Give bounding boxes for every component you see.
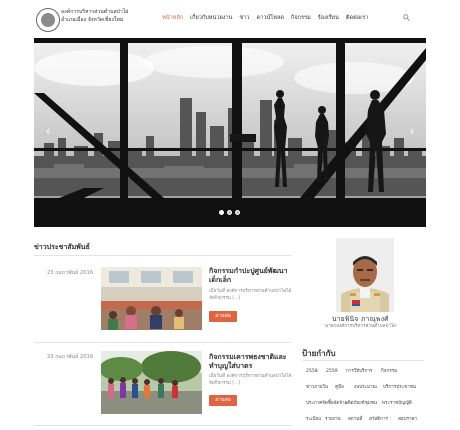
- slider-dot[interactable]: [219, 210, 224, 215]
- tag-link[interactable]: ระเบียบ: [306, 415, 321, 425]
- profile-role: นายกองค์การบริหารส่วนตำบลป่าไผ่: [325, 324, 396, 329]
- post-thumbnail[interactable]: [101, 267, 202, 330]
- tag-link[interactable]: 2558: [306, 367, 318, 377]
- tag-link[interactable]: สอบราคา: [398, 415, 417, 425]
- nav-item[interactable]: ข่าว: [239, 14, 249, 24]
- tag-link[interactable]: ข่าวภายใน: [306, 383, 328, 393]
- hero-slider[interactable]: ‹ ›: [34, 38, 426, 227]
- slider-next-button[interactable]: ›: [406, 124, 418, 138]
- tag-link[interactable]: ประกาศจัดซื้อจัดจ้าง: [306, 399, 347, 409]
- site-name-line2: อำเภอเมือง จังหวัดเชียงใหม่: [61, 16, 124, 23]
- nav-item[interactable]: ติดต่อเรา: [346, 14, 368, 24]
- slider-prev-button[interactable]: ‹: [42, 124, 54, 138]
- divider: [34, 425, 292, 426]
- slider-dot[interactable]: [235, 210, 240, 215]
- post-date: 23 กุมภาพันธ์ 2016: [47, 270, 94, 276]
- tag-link[interactable]: สถานที่: [348, 415, 362, 425]
- profile-photo: [336, 238, 394, 312]
- tag-link[interactable]: การให้บริการ: [346, 367, 372, 377]
- seal-emblem: [41, 13, 55, 27]
- read-more-button[interactable]: อ่านต่อ: [209, 311, 237, 322]
- nav-item[interactable]: หน้าหลัก: [162, 14, 183, 24]
- post-excerpt: เมื่อวันที่ องค์การบริหารส่วนตำบลป่าไผ่ไ…: [209, 289, 292, 301]
- nav-item[interactable]: ดาวน์โหลด: [257, 14, 285, 24]
- tag-link[interactable]: 2559: [326, 367, 338, 377]
- tag-link[interactable]: คู่มือ: [335, 383, 344, 393]
- site-name[interactable]: องค์การบริหารส่วนตำบลป่าไผ่ อำเภอเมือง จ…: [61, 9, 131, 24]
- tag-link[interactable]: กิจกรรม: [381, 367, 397, 377]
- main-nav: หน้าหลัก เกี่ยวกับหน่วยงาน ข่าว ดาวน์โหลด กิ…: [162, 14, 368, 24]
- search-icon[interactable]: [403, 14, 410, 21]
- hero-image: [34, 38, 426, 227]
- slider-dots: [219, 210, 240, 215]
- tag-link[interactable]: พระราชบัญญัติ: [382, 399, 412, 409]
- section-title-news: ข่าวประชาสัมพันธ์: [34, 243, 90, 251]
- divider: [34, 342, 292, 343]
- nav-item[interactable]: เกี่ยวกับหน่วยงาน: [190, 14, 232, 24]
- read-more-button[interactable]: อ่านต่อ: [209, 395, 237, 406]
- tag-link[interactable]: บริการประชาชน: [383, 383, 416, 393]
- tag-link[interactable]: สวัสดิการ: [369, 415, 388, 425]
- tag-link[interactable]: งบประมาณ: [354, 383, 377, 393]
- tag-link[interactable]: รายงาน: [325, 415, 341, 425]
- post-thumbnail[interactable]: [101, 351, 202, 414]
- divider: [302, 360, 424, 361]
- post-title[interactable]: กิจกรรมกำปะปูศูนย์พัฒนาเด็กเล็ก: [209, 267, 289, 285]
- site-name-line1: องค์การบริหารส่วนตำบลป่าไผ่: [61, 9, 129, 15]
- tag-link[interactable]: ผลิตภัณฑ์ชุมชน: [345, 399, 377, 409]
- site-logo[interactable]: [36, 8, 60, 32]
- post-date: 23 กุมภาพันธ์ 2016: [47, 354, 94, 360]
- tags-title: ป้ายกำกับ: [302, 349, 336, 358]
- divider: [34, 255, 292, 256]
- nav-item[interactable]: ร้องเรียน: [318, 14, 339, 24]
- post-excerpt: เมื่อวันที่ องค์การบริหารส่วนตำบลป่าไผ่ไ…: [209, 374, 292, 386]
- nav-item[interactable]: กิจกรรม: [291, 14, 311, 24]
- slider-dot[interactable]: [227, 210, 232, 215]
- site-header: องค์การบริหารส่วนตำบลป่าไผ่ อำเภอเมือง จ…: [0, 0, 460, 36]
- post-title[interactable]: กิจกรรมเคารพธงชาติและทำบุญใส่บาตร: [209, 353, 289, 371]
